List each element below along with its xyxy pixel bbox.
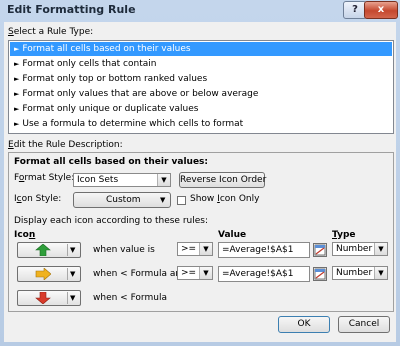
icon-style-dropdown[interactable]: Custom ▼ bbox=[73, 192, 171, 208]
play-arrow-icon: ► bbox=[14, 105, 20, 113]
reverse-icon-order-button[interactable]: Reverse Icon Order bbox=[179, 172, 266, 188]
rule-type-item[interactable]: ► Format all cells based on their values bbox=[10, 42, 392, 56]
red-down-arrow-icon bbox=[35, 292, 51, 304]
rule-type-list[interactable]: ► Format all cells based on their values … bbox=[8, 40, 394, 134]
chevron-down-icon[interactable]: ▼ bbox=[157, 174, 170, 186]
rule-condition-text: when value is bbox=[93, 245, 155, 255]
chevron-down-icon[interactable]: ▼ bbox=[374, 243, 387, 255]
operator-select[interactable]: >= ▼ bbox=[177, 266, 213, 280]
rule-type-item[interactable]: ► Use a formula to determine which cells … bbox=[10, 117, 392, 131]
rule-type-item[interactable]: ► Format only cells that contain bbox=[10, 57, 392, 71]
chevron-down-icon: ▼ bbox=[70, 246, 76, 254]
operator-select[interactable]: >= ▼ bbox=[177, 242, 213, 256]
icon-select-green-up[interactable]: ▼ bbox=[17, 242, 81, 258]
format-style-label: Format Style: bbox=[14, 173, 75, 183]
green-up-arrow-icon bbox=[35, 244, 51, 256]
chevron-down-icon: ▼ bbox=[160, 196, 166, 204]
title-bar[interactable]: Edit Formatting Rule ? x bbox=[0, 0, 400, 22]
rule-type-label: Select a Rule Type: bbox=[8, 27, 94, 37]
description-heading: Format all cells based on their values: bbox=[14, 157, 209, 167]
play-arrow-icon: ► bbox=[14, 45, 20, 53]
type-select[interactable]: Number ▼ bbox=[332, 266, 388, 280]
value-column-header: Value bbox=[218, 230, 247, 240]
cancel-button[interactable]: Cancel bbox=[338, 316, 390, 333]
play-arrow-icon: ► bbox=[14, 90, 20, 98]
range-picker-icon bbox=[314, 244, 326, 256]
chevron-down-icon[interactable]: ▼ bbox=[199, 267, 212, 279]
show-icon-only-label[interactable]: Show Icon Only bbox=[190, 194, 259, 204]
play-arrow-icon: ► bbox=[14, 120, 20, 128]
type-select[interactable]: Number ▼ bbox=[332, 242, 388, 256]
close-button[interactable]: x bbox=[364, 1, 398, 19]
format-style-select[interactable]: Icon Sets ▼ bbox=[73, 173, 171, 187]
chevron-down-icon: ▼ bbox=[70, 270, 76, 278]
rule-condition-text: when < Formula and bbox=[93, 269, 187, 279]
play-arrow-icon: ► bbox=[14, 60, 20, 68]
rule-condition-text: when < Formula bbox=[93, 293, 167, 303]
icon-select-red-down[interactable]: ▼ bbox=[17, 290, 81, 306]
dialog-window: Edit Formatting Rule ? x Select a Rule T… bbox=[0, 0, 400, 346]
show-icon-only-checkbox[interactable] bbox=[177, 196, 186, 205]
chevron-down-icon[interactable]: ▼ bbox=[374, 267, 387, 279]
range-picker-button[interactable] bbox=[313, 243, 327, 257]
dialog-body: Select a Rule Type: ► Format all cells ba… bbox=[4, 22, 396, 342]
ok-button[interactable]: OK bbox=[278, 316, 330, 333]
display-rules-label: Display each icon according to these rul… bbox=[14, 216, 208, 226]
icon-select-yellow-right[interactable]: ▼ bbox=[17, 266, 81, 282]
play-arrow-icon: ► bbox=[14, 75, 20, 83]
value-input[interactable]: =Average!$A$1 bbox=[218, 266, 310, 282]
value-input[interactable]: =Average!$A$1 bbox=[218, 242, 310, 258]
rule-type-item[interactable]: ► Format only values that are above or be… bbox=[10, 87, 392, 101]
range-picker-icon bbox=[314, 268, 326, 280]
icon-style-label: Icon Style: bbox=[14, 194, 62, 204]
chevron-down-icon: ▼ bbox=[70, 294, 76, 302]
rule-description-label: Edit the Rule Description: bbox=[8, 140, 123, 150]
yellow-right-arrow-icon bbox=[35, 268, 51, 280]
icon-column-header: Icon bbox=[14, 230, 36, 240]
rule-description-group: Format all cells based on their values: … bbox=[8, 152, 394, 312]
chevron-down-icon[interactable]: ▼ bbox=[199, 243, 212, 255]
range-picker-button[interactable] bbox=[313, 267, 327, 281]
type-column-header: Type bbox=[332, 230, 356, 240]
dialog-title: Edit Formatting Rule bbox=[7, 3, 136, 16]
rule-type-item[interactable]: ► Format only top or bottom ranked values bbox=[10, 72, 392, 86]
rule-type-item[interactable]: ► Format only unique or duplicate values bbox=[10, 102, 392, 116]
